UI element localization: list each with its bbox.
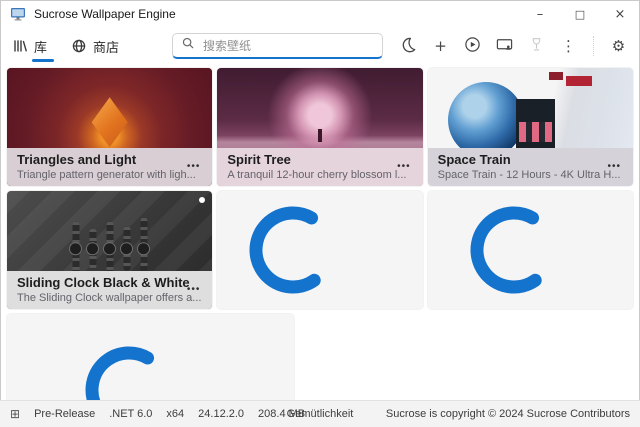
tab-store[interactable]: 商店 xyxy=(71,29,119,63)
wallpaper-card-triangles-and-light[interactable]: Triangles and Light Triangle pattern gen… xyxy=(7,68,212,186)
toolbar-actions: + xyxy=(399,35,628,57)
tab-store-label: 商店 xyxy=(93,37,119,56)
status-architecture: x64 xyxy=(166,408,184,420)
diamond-shape xyxy=(92,97,128,147)
more-options-button[interactable]: ⋮ xyxy=(559,35,578,57)
search-icon xyxy=(181,36,195,55)
theme-toggle-button[interactable] xyxy=(399,35,418,57)
ellipsis-icon: ••• xyxy=(397,161,411,172)
status-dotnet-version: .NET 6.0 xyxy=(109,408,152,420)
card-footer: Spirit Tree A tranquil 12-hour cherry bl… xyxy=(217,148,422,186)
wallpaper-title: Spirit Tree xyxy=(227,151,412,168)
card-more-button[interactable]: ••• xyxy=(603,159,625,174)
status-center-text: Gemütlichkeit xyxy=(287,408,354,420)
card-more-button[interactable]: ••• xyxy=(183,282,205,297)
screen-user-icon xyxy=(496,36,513,57)
wallpaper-grid: Triangles and Light Triangle pattern gen… xyxy=(7,68,633,309)
wallpaper-card-loading xyxy=(217,191,422,309)
wallpaper-description: A tranquil 12-hour cherry blossom l... xyxy=(227,168,412,182)
card-more-button[interactable]: ••• xyxy=(183,159,205,174)
search-box[interactable] xyxy=(172,33,383,59)
wallpaper-title: Space Train xyxy=(438,151,623,168)
title-bar: Sucrose Wallpaper Engine – □ × xyxy=(0,0,640,28)
close-button[interactable]: × xyxy=(600,0,640,28)
wallpaper-grid-area: Triangles and Light Triangle pattern gen… xyxy=(0,64,640,400)
wallpaper-description: The Sliding Clock wallpaper offers a... xyxy=(17,291,202,305)
plus-icon: + xyxy=(434,37,447,55)
app-window: Sucrose Wallpaper Engine – □ × 库 xyxy=(0,0,640,427)
window-controls: – □ × xyxy=(520,0,640,28)
badge-dot xyxy=(199,197,205,203)
add-wallpaper-button[interactable]: + xyxy=(431,35,450,57)
wallpaper-description: Triangle pattern generator with ligh... xyxy=(17,168,202,182)
wallpaper-title: Triangles and Light xyxy=(17,151,202,168)
toolbar-separator xyxy=(593,36,594,56)
library-icon xyxy=(12,38,28,54)
wallpaper-card-spirit-tree[interactable]: Spirit Tree A tranquil 12-hour cherry bl… xyxy=(217,68,422,186)
gear-icon: ⚙ xyxy=(612,37,625,55)
loading-spinner-icon xyxy=(468,204,560,296)
wallpaper-card-sliding-clock[interactable]: Sliding Clock Black & White The Sliding … xyxy=(7,191,212,309)
ellipsis-icon: ••• xyxy=(607,161,621,172)
wine-glass-icon xyxy=(529,37,544,56)
app-logo-icon xyxy=(10,6,26,22)
card-footer: Space Train Space Train - 12 Hours - 4K … xyxy=(428,148,633,186)
play-button[interactable] xyxy=(463,35,482,57)
loading-spinner-icon xyxy=(83,344,175,400)
toolbar: 库 商店 xyxy=(0,28,640,64)
crescent-moon-icon xyxy=(400,36,417,57)
play-circle-icon xyxy=(464,36,481,57)
wallpaper-card-loading xyxy=(7,314,294,400)
card-footer: Triangles and Light Triangle pattern gen… xyxy=(7,148,212,186)
status-bar: ⊞ Pre-Release .NET 6.0 x64 24.12.2.0 208… xyxy=(0,400,640,427)
status-copyright: Sucrose is copyright © 2024 Sucrose Cont… xyxy=(386,408,630,420)
search-input[interactable] xyxy=(201,38,374,54)
grid-icon: ⊞ xyxy=(10,407,20,421)
ellipsis-icon: ••• xyxy=(187,161,201,172)
settings-button[interactable]: ⚙ xyxy=(609,35,628,57)
window-title: Sucrose Wallpaper Engine xyxy=(34,7,176,21)
loading-spinner-icon xyxy=(247,204,339,296)
tree-trunk-shape xyxy=(318,129,322,142)
kebab-menu-icon: ⋮ xyxy=(561,37,576,55)
grid-row-3 xyxy=(7,314,633,400)
wallpaper-title: Sliding Clock Black & White xyxy=(17,274,202,291)
tab-library-label: 库 xyxy=(34,37,47,56)
ellipsis-icon: ••• xyxy=(187,284,201,295)
sign-shape xyxy=(549,72,563,80)
wallpaper-description: Space Train - 12 Hours - 4K Ultra H... xyxy=(438,168,623,182)
card-more-button[interactable]: ••• xyxy=(393,159,415,174)
donate-button[interactable] xyxy=(527,35,546,57)
wallpaper-card-loading xyxy=(428,191,633,309)
status-release-channel: Pre-Release xyxy=(34,408,95,420)
card-footer: Sliding Clock Black & White The Sliding … xyxy=(7,271,212,309)
active-tab-indicator xyxy=(32,59,54,62)
maximize-button[interactable]: □ xyxy=(560,0,600,28)
wallpaper-card-space-train[interactable]: Space Train Space Train - 12 Hours - 4K … xyxy=(428,68,633,186)
earth-shape xyxy=(448,82,524,158)
sign-shape xyxy=(566,76,592,86)
nav-tabs: 库 商店 xyxy=(12,29,119,63)
status-app-version: 24.12.2.0 xyxy=(198,408,244,420)
tab-library[interactable]: 库 xyxy=(12,29,47,63)
minimize-button[interactable]: – xyxy=(520,0,560,28)
status-left-group: ⊞ Pre-Release .NET 6.0 x64 24.12.2.0 208… xyxy=(10,407,305,421)
display-settings-button[interactable] xyxy=(495,35,514,57)
store-icon xyxy=(71,38,87,54)
